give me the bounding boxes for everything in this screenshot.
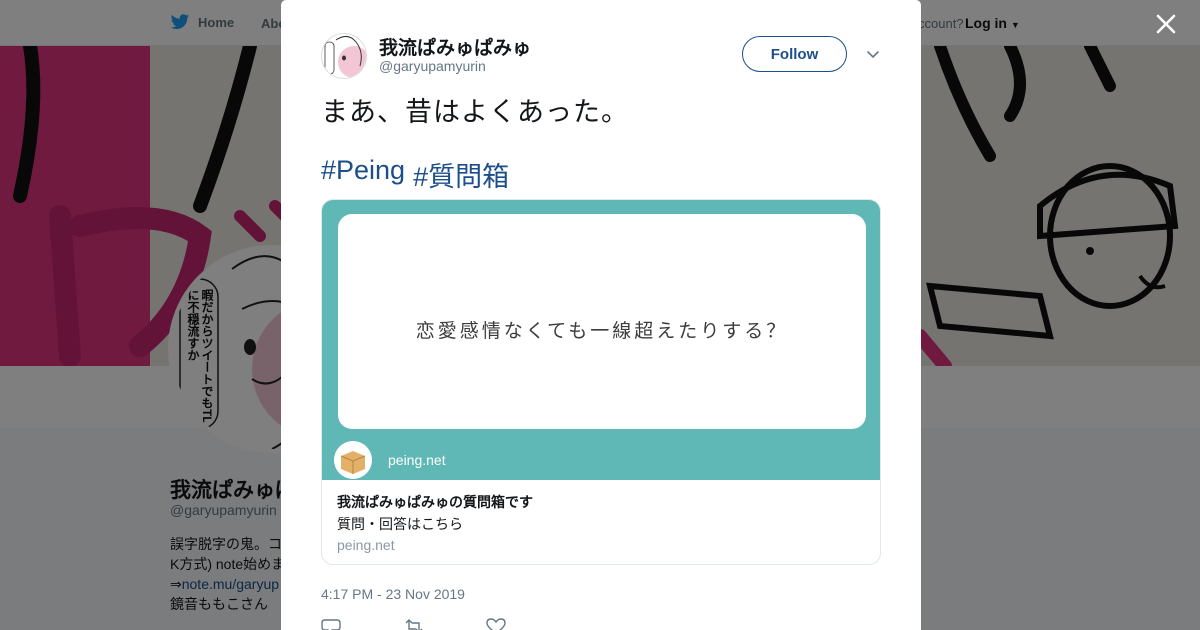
tweet-author-handle[interactable]: @garyupamyurin <box>379 58 486 74</box>
card-question-text: 恋愛感情なくても一線超えたりする？ <box>415 320 789 342</box>
tweet-author-name[interactable]: 我流ぱみゅぱみゅ <box>379 33 531 60</box>
tweet-modal: 我流ぱみゅぱみゅ @garyupamyurin Follow まあ、昔はよくあっ… <box>281 0 921 630</box>
link-card[interactable]: 恋愛感情なくても一線超えたりする？ peing.net 我流ぱみゅぱみゅの質問箱… <box>321 199 881 565</box>
card-site-label: peing.net <box>388 452 446 468</box>
tweet-text: まあ、昔はよくあった。 <box>321 97 629 127</box>
tweet-actions <box>321 617 507 630</box>
card-url: peing.net <box>337 537 395 553</box>
box-logo-icon <box>334 441 372 479</box>
hashtag-peing[interactable]: #Peing <box>321 155 405 194</box>
retweet-icon[interactable] <box>403 617 425 630</box>
tweet-timestamp[interactable]: 4:17 PM - 23 Nov 2019 <box>321 586 465 602</box>
card-title: 我流ぱみゅぱみゅの質問箱です <box>337 494 533 510</box>
like-icon[interactable] <box>485 617 507 630</box>
card-image: 恋愛感情なくても一線超えたりする？ peing.net <box>322 200 880 480</box>
card-question-panel: 恋愛感情なくても一線超えたりする？ <box>338 214 866 429</box>
author-avatar-illustration <box>322 34 366 78</box>
card-description: 質問・回答はこちら <box>337 516 463 532</box>
follow-button[interactable]: Follow <box>742 36 847 72</box>
reply-icon[interactable] <box>321 617 343 630</box>
tweet-hashtags: #Peing #質問箱 <box>321 155 509 194</box>
tweet-author-avatar[interactable] <box>321 33 367 79</box>
close-icon[interactable] <box>1152 10 1180 38</box>
hashtag-question-box[interactable]: #質問箱 <box>413 155 509 194</box>
chevron-down-icon[interactable] <box>865 46 881 62</box>
